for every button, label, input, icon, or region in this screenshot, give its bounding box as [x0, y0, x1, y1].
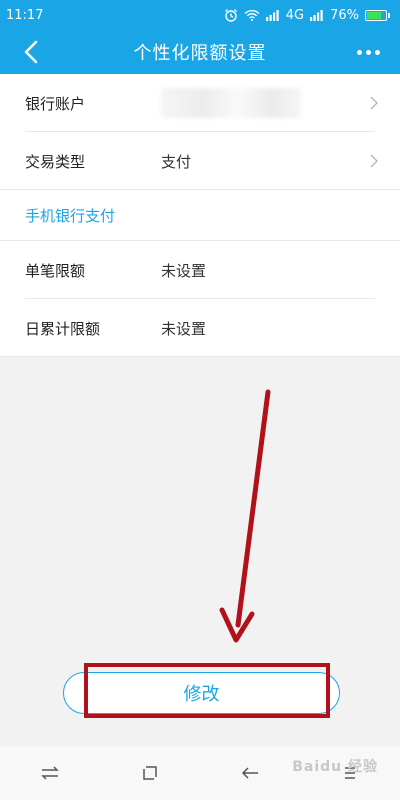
- account-number-blurred: [161, 88, 301, 118]
- daily-limit-row: 日累计限额 未设置: [0, 299, 400, 357]
- back-button[interactable]: [18, 38, 46, 66]
- more-dots-icon: [356, 49, 362, 55]
- transaction-type-label: 交易类型: [25, 152, 86, 171]
- daily-limit-value: 未设置: [161, 319, 207, 338]
- limits-section: 手机银行支付 单笔限额 未设置 日累计限额 未设置: [0, 190, 400, 357]
- menu-icon: [345, 767, 355, 779]
- page-title: 个性化限额设置: [133, 43, 267, 64]
- nav-bar: 个性化限额设置: [0, 30, 400, 74]
- bank-account-row[interactable]: 银行账户: [0, 74, 400, 132]
- home-square-icon: [143, 766, 157, 780]
- alarm-icon: [224, 8, 238, 22]
- transaction-type-row[interactable]: 交易类型 支付: [0, 132, 400, 190]
- status-time: 11:17: [6, 7, 44, 23]
- back-arrow-icon: [241, 767, 258, 779]
- signal-icon: [310, 9, 324, 21]
- transaction-type-value: 支付: [161, 152, 192, 171]
- battery-percent: 76%: [330, 7, 359, 23]
- single-limit-value: 未设置: [161, 261, 207, 280]
- more-button[interactable]: [354, 40, 382, 64]
- status-bar: 11:17 4G 76%: [0, 0, 400, 30]
- status-icons: 4G 76%: [224, 8, 390, 23]
- chevron-right-icon: [370, 96, 378, 110]
- switch-arrows-icon: [41, 766, 59, 780]
- system-nav-bar: [0, 746, 400, 800]
- wifi-icon: [244, 9, 260, 21]
- home-button[interactable]: [130, 753, 170, 793]
- signal-icon: [265, 9, 280, 21]
- bank-account-label: 银行账户: [25, 94, 86, 113]
- chevron-left-icon: [24, 40, 38, 64]
- recents-button[interactable]: [30, 753, 70, 793]
- daily-limit-label: 日累计限额: [25, 319, 101, 338]
- single-limit-row: 单笔限额 未设置: [0, 241, 400, 299]
- chevron-right-icon: [370, 154, 378, 168]
- menu-button[interactable]: [330, 753, 370, 793]
- section-header: 手机银行支付: [25, 206, 116, 225]
- back-nav-button[interactable]: [230, 753, 270, 793]
- battery-icon: [365, 9, 390, 21]
- network-type: 4G: [285, 7, 305, 23]
- single-limit-label: 单笔限额: [25, 261, 86, 280]
- modify-button[interactable]: 修改: [63, 672, 340, 714]
- battery-level: [367, 11, 381, 19]
- account-section: 银行账户 交易类型 支付: [0, 74, 400, 190]
